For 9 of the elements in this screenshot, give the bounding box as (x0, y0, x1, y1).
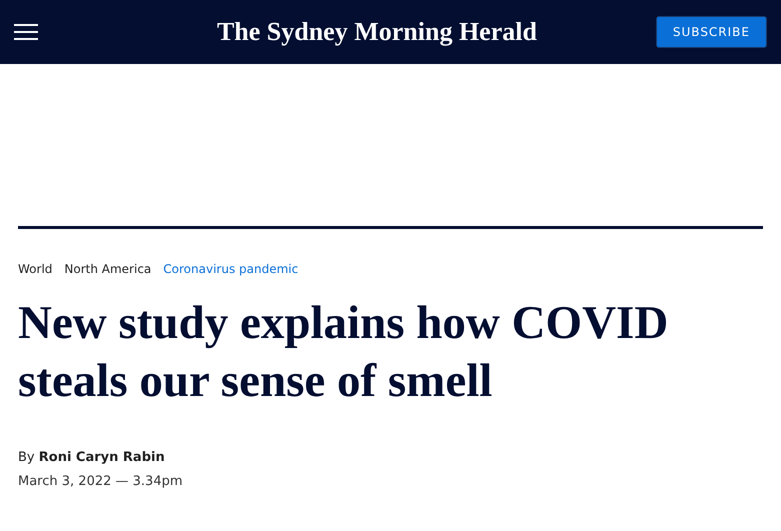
breadcrumb-link[interactable]: North America (64, 262, 152, 276)
byline: By Roni Caryn Rabin (18, 450, 166, 465)
site-logo[interactable]: The Sydney Morning Herald (216, 17, 537, 47)
breadcrumb-link[interactable]: Coronavirus pandemic (163, 262, 298, 276)
article-headline: New study explains how COVID steals our sense of smell (18, 296, 670, 409)
breadcrumb-link[interactable]: World (18, 262, 52, 276)
publish-date: March 3, 2022 — 3.34pm (18, 474, 184, 489)
subscribe-button[interactable]: SUBSCRIBE (656, 16, 767, 48)
menu-icon[interactable] (14, 23, 38, 41)
